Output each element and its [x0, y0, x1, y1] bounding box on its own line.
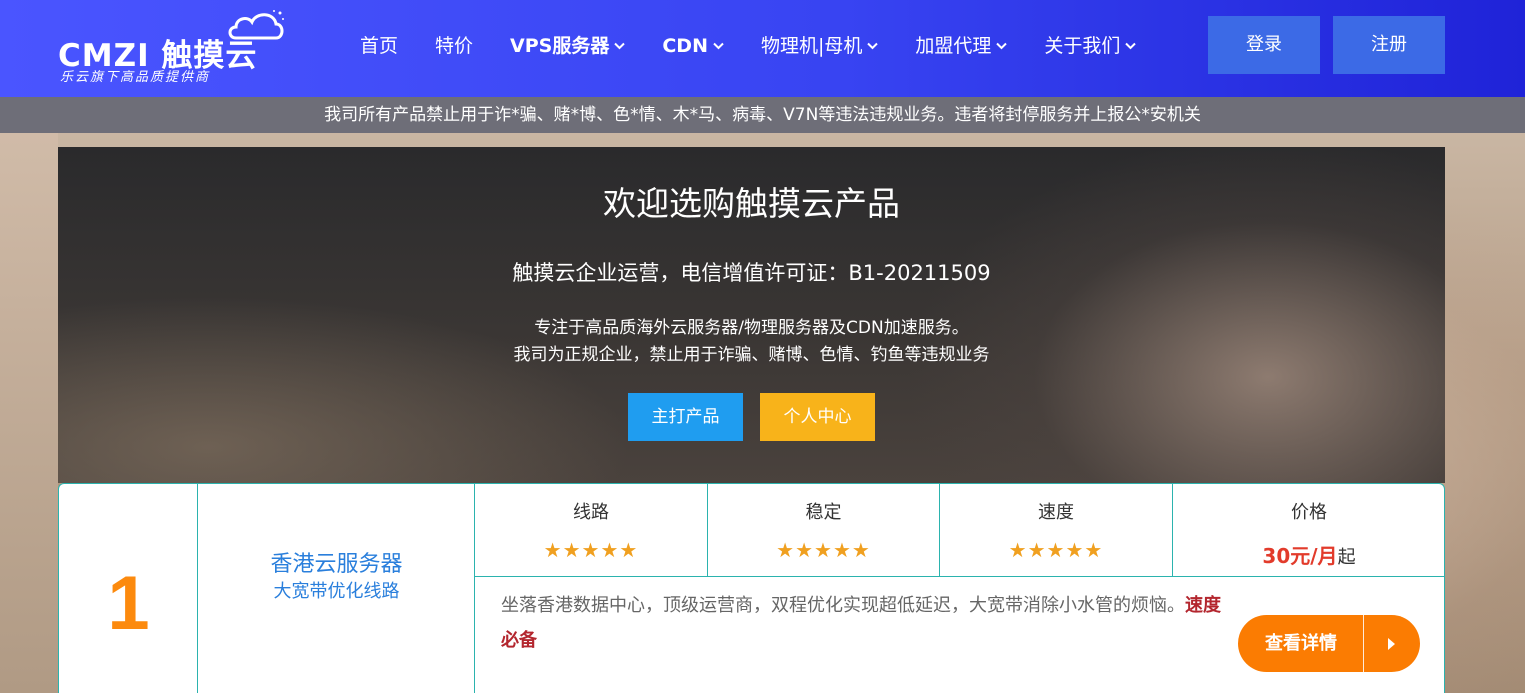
nav-item-label: 首页 [360, 35, 399, 57]
metric-stability: 稳定 ★★★★★ [708, 484, 940, 577]
button-divider [1363, 615, 1364, 672]
metric-speed: 速度 ★★★★★ [940, 484, 1173, 577]
product-card: 1 香港云服务器 大宽带优化线路 线路 ★★★★★ 稳定 ★★★★★ 速度 ★★… [58, 483, 1445, 693]
chevron-down-icon [1125, 42, 1137, 50]
star-icon: ★ [851, 538, 871, 562]
star-icon: ★ [1084, 538, 1104, 562]
nav-item-label: CDN [662, 35, 708, 57]
metric-label: 线路 [573, 502, 609, 523]
product-subtitle: 大宽带优化线路 [273, 581, 400, 602]
metric-label: 稳定 [805, 502, 842, 523]
product-name-cell: 香港云服务器 大宽带优化线路 [198, 484, 475, 693]
star-icon: ★ [543, 538, 563, 562]
star-rating: ★★★★★ [708, 538, 939, 562]
price-value: 30元/月 [1262, 544, 1338, 568]
nav-item-franchise[interactable]: 加盟代理 [915, 30, 1008, 62]
metric-price: 价格 30元/月起 [1173, 484, 1445, 577]
banner-license: 触摸云企业运营，电信增值许可证：B1-20211509 [512, 261, 991, 285]
main-nav: 首页 特价 VPS服务器 CDN 物理机|母机 加盟代理 关于我们 [360, 30, 1173, 62]
view-details-label: 查看详情 [1265, 633, 1337, 653]
star-icon: ★ [776, 538, 796, 562]
star-icon: ★ [581, 538, 601, 562]
metric-label: 速度 [1038, 502, 1074, 523]
metric-label: 价格 [1291, 502, 1327, 523]
product-name[interactable]: 香港云服务器 [198, 546, 475, 578]
banner-description: 专注于高品质海外云服务器/物理服务器及CDN加速服务。 [534, 318, 969, 338]
price-line: 30元/月起 [1173, 540, 1445, 569]
banner-description: 我司为正规企业，禁止用于诈骗、赌博、色情、钓鱼等违规业务 [513, 345, 990, 365]
notice-bar: 我司所有产品禁止用于诈*骗、赌*博、色*情、木*马、病毒、V7N等违法违规业务。… [0, 97, 1525, 133]
nav-item-cdn[interactable]: CDN [662, 30, 724, 62]
nav-item-label: 特价 [435, 35, 474, 57]
nav-item-home[interactable]: 首页 [360, 30, 398, 62]
banner-title: 欢迎选购触摸云产品 [603, 184, 900, 223]
nav-item-about[interactable]: 关于我们 [1044, 30, 1137, 62]
chevron-down-icon [713, 42, 724, 50]
nav-item-special[interactable]: 特价 [435, 30, 473, 62]
view-details-button[interactable]: 查看详情 [1238, 615, 1420, 672]
star-icon: ★ [814, 538, 833, 562]
nav-item-physical[interactable]: 物理机|母机 [760, 30, 879, 62]
star-icon: ★ [1027, 538, 1047, 562]
description-text: 坐落香港数据中心，顶级运营商，双程优化实现超低延迟，大宽带消除小水管的烦恼。 [501, 595, 1185, 616]
chevron-down-icon [867, 42, 879, 50]
star-icon: ★ [562, 538, 582, 562]
star-icon: ★ [600, 538, 620, 562]
star-icon: ★ [1065, 538, 1085, 562]
price-suffix: 起 [1337, 547, 1356, 568]
chevron-down-icon [614, 42, 626, 50]
main-products-button[interactable]: 主打产品 [628, 393, 743, 441]
user-center-button[interactable]: 个人中心 [760, 393, 875, 441]
nav-item-label: VPS服务器 [510, 35, 610, 57]
logo[interactable]: CMZI 触摸云 乐云旗下高品质提供商 [58, 8, 288, 88]
star-icon: ★ [1008, 538, 1028, 562]
star-rating: ★★★★★ [940, 538, 1172, 562]
star-icon: ★ [795, 538, 815, 562]
product-metrics: 线路 ★★★★★ 稳定 ★★★★★ 速度 ★★★★★ 价格 30元/月起 [475, 484, 1445, 577]
product-rank-cell: 1 [59, 484, 198, 693]
nav-item-vps[interactable]: VPS服务器 [510, 30, 626, 62]
nav-item-label: 物理机|母机 [760, 35, 863, 57]
product-description: 坐落香港数据中心，顶级运营商，双程优化实现超低延迟，大宽带消除小水管的烦恼。速度… [501, 588, 1231, 658]
header: CMZI 触摸云 乐云旗下高品质提供商 首页 特价 VPS服务器 CDN 物理机… [0, 0, 1525, 97]
cloud-icon [228, 10, 284, 40]
login-button[interactable]: 登录 [1208, 16, 1320, 74]
play-arrow-icon [1388, 638, 1395, 650]
star-rating: ★★★★★ [475, 538, 707, 562]
metric-route: 线路 ★★★★★ [475, 484, 708, 577]
product-rank: 1 [107, 561, 150, 646]
nav-item-label: 关于我们 [1044, 35, 1121, 57]
star-icon: ★ [619, 538, 639, 562]
hero-banner: 欢迎选购触摸云产品 触摸云企业运营，电信增值许可证：B1-20211509 专注… [58, 147, 1445, 483]
star-icon: ★ [1046, 538, 1066, 562]
chevron-down-icon [996, 42, 1008, 50]
star-icon: ★ [832, 538, 852, 562]
nav-item-label: 加盟代理 [915, 35, 992, 57]
logo-tagline: 乐云旗下高品质提供商 [60, 70, 211, 85]
register-button[interactable]: 注册 [1333, 16, 1445, 74]
